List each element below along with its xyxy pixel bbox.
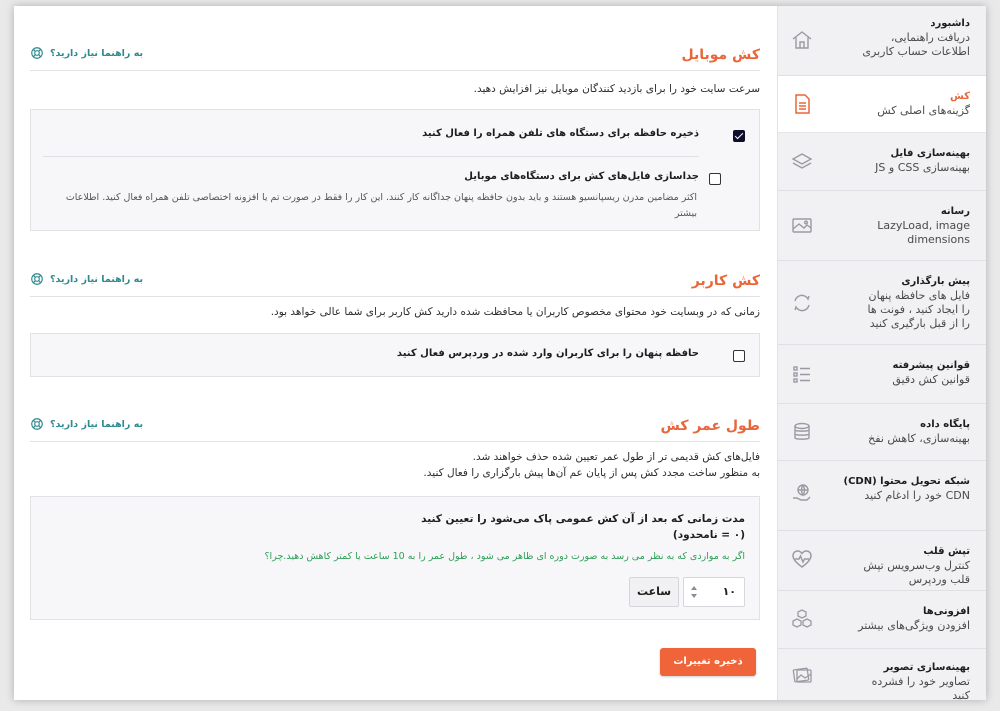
sidebar-item-subtitle: قوانین کش دقیق xyxy=(892,373,970,386)
user-cache-options: حافظه پنهان را برای کاربران وارد شده در … xyxy=(30,333,760,377)
image-icon xyxy=(790,213,814,237)
mobile-cache-options: ذخیره حافظه برای دستگاه های تلفن همراه ر… xyxy=(30,109,760,231)
help-link-label: به راهنما نیاز دارید؟ xyxy=(50,47,144,59)
lifebuoy-icon xyxy=(31,273,43,285)
sidebar-item-advanced-rules[interactable]: قوانین پیشرفته قوانین کش دقیق xyxy=(778,345,986,404)
sidebar-item-heartbeat[interactable]: تپش قلب کنترل وب‌سرویس تپش قلب وردپرس xyxy=(778,531,986,591)
mobile-cache-checkbox[interactable] xyxy=(733,130,745,142)
sidebar-item-subtitle: بهینه‌سازی، کاهش نفخ xyxy=(868,432,970,445)
section-header-mobile-cache: کش موبایل به راهنما نیاز دارید؟ xyxy=(30,44,760,71)
document-icon xyxy=(790,92,814,116)
window: داشبورد دریافت راهنمایی، اطلاعات حساب کا… xyxy=(14,6,986,700)
home-icon xyxy=(790,28,814,52)
section-description-line1: فایل‌های کش قدیمی تر از طول عمر تعیین شد… xyxy=(472,451,760,463)
section-description: زمانی که در وبسایت خود محتوای مخصوص کارب… xyxy=(270,306,760,318)
spinner-icon[interactable] xyxy=(690,584,698,600)
divider xyxy=(43,156,699,157)
sidebar-item-subtitle: CDN خود را ادغام کنید xyxy=(864,489,970,502)
list-icon xyxy=(790,362,814,386)
save-changes-button[interactable]: ذخیره تغییرات xyxy=(660,648,756,676)
heartbeat-icon xyxy=(790,547,814,571)
sidebar-item-subtitle: بهینه‌سازی CSS و JS xyxy=(875,161,970,174)
section-description-line2: به منظور ساخت مجدد کش پس از پایان عم آن‌… xyxy=(423,467,760,479)
sidebar-item-subtitle: فایل های حافظه پنهان را ایجاد کنید ، فون… xyxy=(867,289,970,330)
user-cache-label: حافظه پنهان را برای کاربران وارد شده در … xyxy=(396,348,699,359)
sidebar-item-media[interactable]: رسانه LazyLoad, image dimensions xyxy=(778,191,986,261)
lifespan-input-value: ۱۰ xyxy=(722,585,736,598)
sidebar-item-subtitle: گزینه‌های اصلی کش xyxy=(877,104,970,117)
sidebar-item-file-optimization[interactable]: بهینه‌سازی فایل بهینه‌سازی CSS و JS xyxy=(778,133,986,191)
lifebuoy-icon xyxy=(31,418,43,430)
cache-lifespan-options: مدت زمانی که بعد از آن کش عمومی پاک می‌ش… xyxy=(30,496,760,620)
cdn-icon xyxy=(790,481,814,505)
section-title: کش موبایل xyxy=(681,47,760,63)
sidebar-item-subtitle: افزودن ویژگی‌های بیشتر xyxy=(858,619,970,632)
sidebar-item-preload[interactable]: پیش بارگذاری فایل های حافظه پنهان را ایج… xyxy=(778,261,986,345)
lifespan-unit-button[interactable]: ساعت xyxy=(629,577,679,607)
help-link[interactable]: به راهنما نیاز دارید؟ xyxy=(30,46,143,60)
section-title: کش کاربر xyxy=(691,273,760,289)
sidebar-item-image-optimization[interactable]: بهینه‌سازی تصویر تصاویر خود را فشرده کنی… xyxy=(778,649,986,700)
lifespan-advice: اگر به مواردی که به نظر می رسد به صورت د… xyxy=(264,551,745,562)
sidebar-item-cache[interactable]: کش گزینه‌های اصلی کش xyxy=(778,76,986,133)
sidebar-item-addons[interactable]: افزونی‌ها افزودن ویژگی‌های بیشتر xyxy=(778,591,986,649)
sidebar: داشبورد دریافت راهنمایی، اطلاعات حساب کا… xyxy=(777,6,986,700)
sidebar-item-cdn[interactable]: شبکه تحویل محتوا (CDN) CDN خود را ادغام … xyxy=(778,461,986,531)
sidebar-item-subtitle: دریافت راهنمایی، اطلاعات حساب کاربری xyxy=(862,31,970,58)
section-title: طول عمر کش xyxy=(660,418,760,434)
sidebar-item-title: پیش بارگذاری xyxy=(901,276,970,287)
sidebar-item-database[interactable]: پایگاه داده بهینه‌سازی، کاهش نفخ xyxy=(778,404,986,461)
help-link[interactable]: به راهنما نیاز دارید؟ xyxy=(30,272,143,286)
sidebar-item-dashboard[interactable]: داشبورد دریافت راهنمایی، اطلاعات حساب کا… xyxy=(778,6,986,76)
lifespan-field-label: مدت زمانی که بعد از آن کش عمومی پاک می‌ش… xyxy=(421,513,745,525)
lifespan-input[interactable]: ۱۰ xyxy=(683,577,745,607)
photo-icon xyxy=(790,663,814,687)
sidebar-item-subtitle: LazyLoad, image dimensions xyxy=(877,219,970,246)
database-icon xyxy=(790,420,814,444)
separate-mobile-cache-checkbox[interactable] xyxy=(709,173,721,185)
help-link-label: به راهنما نیاز دارید؟ xyxy=(50,273,144,285)
sidebar-item-subtitle: کنترل وب‌سرویس تپش قلب وردپرس xyxy=(863,559,970,586)
refresh-icon xyxy=(790,291,814,315)
section-description: سرعت سایت خود را برای بازدید کنندگان موب… xyxy=(473,83,760,95)
lifespan-field-hint: (۰ = نامحدود) xyxy=(672,529,745,541)
mobile-cache-label: ذخیره حافظه برای دستگاه های تلفن همراه ر… xyxy=(422,128,699,139)
layers-icon xyxy=(790,150,814,174)
user-cache-checkbox[interactable] xyxy=(733,350,745,362)
lifebuoy-icon xyxy=(31,47,43,59)
separate-mobile-cache-description: اکثر مضامین مدرن ریسپانسیو هستند و باید … xyxy=(65,192,697,219)
section-header-cache-lifespan: طول عمر کش به راهنما نیاز دارید؟ xyxy=(30,415,760,442)
section-header-user-cache: کش کاربر به راهنما نیاز دارید؟ xyxy=(30,270,760,297)
separate-mobile-cache-label: جداسازی فایل‌های کش برای دستگاه‌های موبا… xyxy=(464,171,699,182)
addons-icon xyxy=(790,607,814,631)
help-link[interactable]: به راهنما نیاز دارید؟ xyxy=(30,417,143,431)
sidebar-item-subtitle: تصاویر خود را فشرده کنید xyxy=(871,675,970,700)
help-link-label: به راهنما نیاز دارید؟ xyxy=(50,418,144,430)
main-content: کش موبایل به راهنما نیاز دارید؟ سرعت سای… xyxy=(30,6,760,700)
